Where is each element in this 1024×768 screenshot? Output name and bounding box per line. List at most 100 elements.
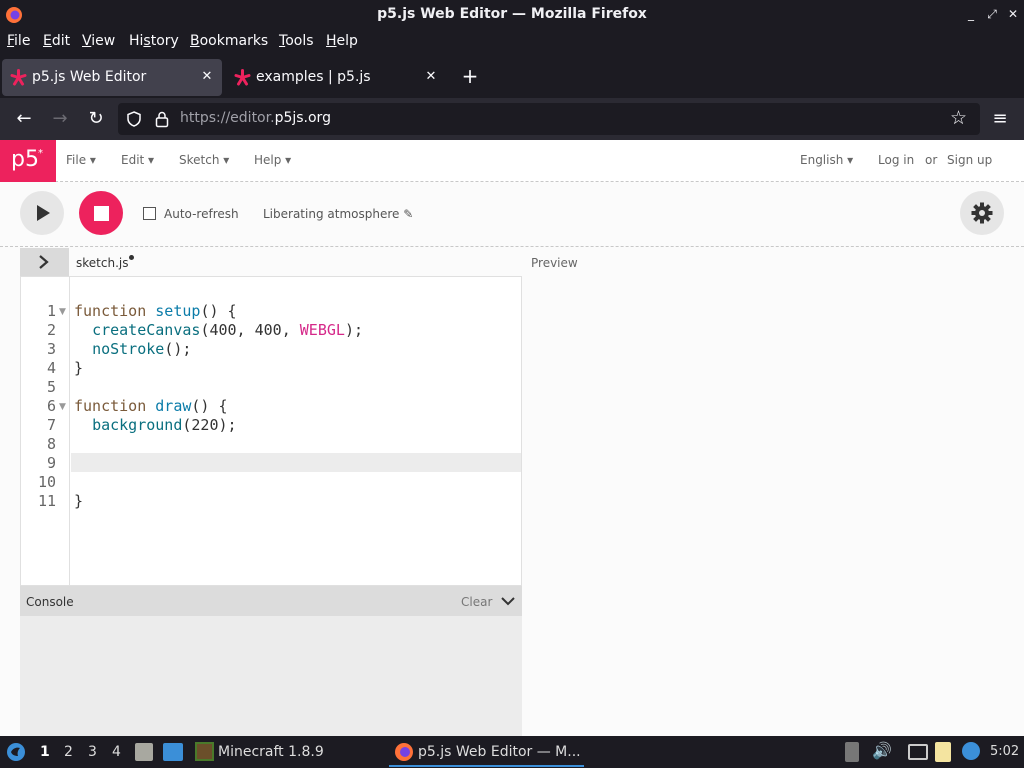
p5-menu-sketch[interactable]: Sketch ▾ — [179, 153, 229, 167]
tab-p5-examples[interactable]: examples | p5.js ✕ — [226, 59, 446, 96]
url-bar[interactable]: https://editor.p5js.org ☆ — [118, 103, 980, 135]
code-line: function setup() { — [74, 302, 237, 320]
line-number: 6 — [46, 397, 56, 415]
taskbar-minecraft[interactable]: Minecraft 1.8.9 — [218, 744, 324, 760]
preview-label: Preview — [531, 256, 578, 270]
tab-close-icon[interactable]: ✕ — [198, 68, 216, 86]
p5-asterisk-icon — [234, 69, 251, 86]
workspace-2[interactable]: 2 — [64, 744, 73, 760]
language-select[interactable]: English ▾ — [800, 153, 853, 167]
chevron-right-icon — [39, 255, 49, 269]
menu-help[interactable]: Help — [326, 33, 358, 49]
line-number: 7 — [46, 416, 56, 434]
url-text[interactable]: https://editor.p5js.org — [180, 110, 331, 126]
file-tab-sketch[interactable]: sketch.js — [76, 256, 128, 270]
code-editor[interactable]: 1 2 3 4 5 6 7 8 9 10 11 ▼ ▼ function set… — [20, 276, 522, 586]
p5-logo[interactable]: p5 * — [0, 140, 56, 182]
line-number: 11 — [37, 492, 56, 510]
menu-bookmarks[interactable]: Bookmarks — [190, 33, 268, 49]
workspace-3[interactable]: 3 — [88, 744, 97, 760]
sketch-name[interactable]: Liberating atmosphere ✎ — [263, 207, 413, 221]
fold-arrow-icon[interactable]: ▼ — [59, 402, 66, 412]
active-task-indicator — [389, 765, 584, 767]
tab-p5-editor[interactable]: p5.js Web Editor ✕ — [2, 59, 222, 96]
signup-link[interactable]: Sign up — [947, 153, 992, 167]
taskbar-firefox[interactable]: p5.js Web Editor — M... — [418, 744, 581, 760]
line-number: 2 — [46, 321, 56, 339]
stop-button[interactable] — [79, 191, 123, 235]
window-titlebar: p5.js Web Editor — Mozilla Firefox _ ⤢ ✕ — [0, 0, 1024, 30]
tab-bar: p5.js Web Editor ✕ examples | p5.js ✕ — [0, 56, 1024, 98]
lock-icon[interactable] — [154, 110, 170, 128]
network-icon[interactable] — [908, 744, 928, 760]
play-button[interactable] — [20, 191, 64, 235]
minecraft-icon — [195, 742, 214, 761]
p5-menu-edit[interactable]: Edit ▾ — [121, 153, 154, 167]
file-manager-icon[interactable] — [135, 743, 153, 761]
code-line: } — [74, 359, 84, 377]
console-clear-button[interactable]: Clear — [461, 595, 492, 609]
menu-bar: File Edit View History Bookmarks Tools H… — [0, 30, 1024, 54]
notes-icon[interactable] — [935, 742, 951, 762]
menu-history[interactable]: History — [129, 33, 179, 49]
line-number: 4 — [46, 359, 56, 377]
stop-icon — [94, 206, 109, 221]
new-tab-button[interactable]: + — [459, 65, 481, 87]
line-gutter: 1 2 3 4 5 6 7 8 9 10 11 ▼ ▼ — [21, 277, 70, 585]
line-number: 10 — [37, 473, 56, 491]
sidebar-toggle-button[interactable] — [20, 248, 69, 276]
file-bar: sketch.js Preview — [0, 248, 1024, 278]
p5-nav: p5 * File ▾ Edit ▾ Sketch ▾ Help ▾ Englis… — [0, 140, 1024, 182]
tab-label: p5.js Web Editor — [32, 69, 147, 85]
p5-menu-file[interactable]: File ▾ — [66, 153, 96, 167]
back-button[interactable]: ← — [12, 107, 36, 131]
line-number: 5 — [46, 378, 56, 396]
or-text: or — [925, 153, 938, 167]
active-line — [71, 453, 521, 472]
pencil-icon[interactable]: ✎ — [403, 207, 413, 221]
unsaved-indicator — [129, 255, 134, 260]
play-icon — [37, 205, 50, 221]
updates-icon[interactable] — [962, 742, 980, 760]
navigation-bar: ← → ↻ https://editor.p5js.org ☆ ≡ — [0, 98, 1024, 140]
workspace-4[interactable]: 4 — [112, 744, 121, 760]
console-header: Console Clear — [20, 586, 522, 616]
fold-arrow-icon[interactable]: ▼ — [59, 307, 66, 317]
desktop-icon[interactable] — [163, 743, 183, 761]
window-title: p5.js Web Editor — Mozilla Firefox — [377, 6, 647, 22]
code-line: createCanvas(400, 400, WEBGL); — [92, 321, 363, 339]
settings-button[interactable] — [960, 191, 1004, 235]
maximize-button[interactable]: ⤢ — [983, 5, 1001, 23]
line-number: 1 — [46, 302, 56, 320]
minimize-button[interactable]: _ — [962, 5, 980, 23]
shield-icon[interactable] — [126, 111, 142, 127]
reload-button[interactable]: ↻ — [84, 107, 108, 131]
tab-label: examples | p5.js — [256, 69, 371, 85]
clock: 5:02 — [990, 744, 1020, 759]
tab-close-icon[interactable]: ✕ — [422, 68, 440, 86]
login-link[interactable]: Log in — [878, 153, 914, 167]
console-panel: Console Clear — [20, 586, 522, 736]
console-title: Console — [26, 595, 74, 609]
tray-scroll-icon[interactable] — [845, 742, 859, 762]
p5-menu-help[interactable]: Help ▾ — [254, 153, 291, 167]
volume-icon[interactable]: 🔊 — [872, 741, 892, 760]
code-line: background(220); — [92, 416, 237, 434]
forward-button[interactable]: → — [48, 107, 72, 131]
preview-pane — [522, 276, 1024, 736]
code-line: function draw() { — [74, 397, 228, 415]
chevron-down-icon[interactable] — [501, 595, 515, 607]
line-number: 9 — [46, 454, 56, 472]
menu-file[interactable]: File — [7, 33, 30, 49]
bookmark-star-icon[interactable]: ☆ — [950, 107, 967, 129]
line-number: 8 — [46, 435, 56, 453]
workspace-1[interactable]: 1 — [40, 744, 50, 760]
hamburger-menu-icon[interactable]: ≡ — [988, 107, 1012, 131]
firefox-icon — [395, 743, 413, 761]
start-menu-icon[interactable] — [6, 742, 26, 762]
menu-tools[interactable]: Tools — [279, 33, 314, 49]
menu-view[interactable]: View — [82, 33, 115, 49]
auto-refresh-checkbox[interactable] — [143, 207, 156, 220]
close-window-button[interactable]: ✕ — [1004, 5, 1022, 23]
menu-edit[interactable]: Edit — [43, 33, 70, 49]
